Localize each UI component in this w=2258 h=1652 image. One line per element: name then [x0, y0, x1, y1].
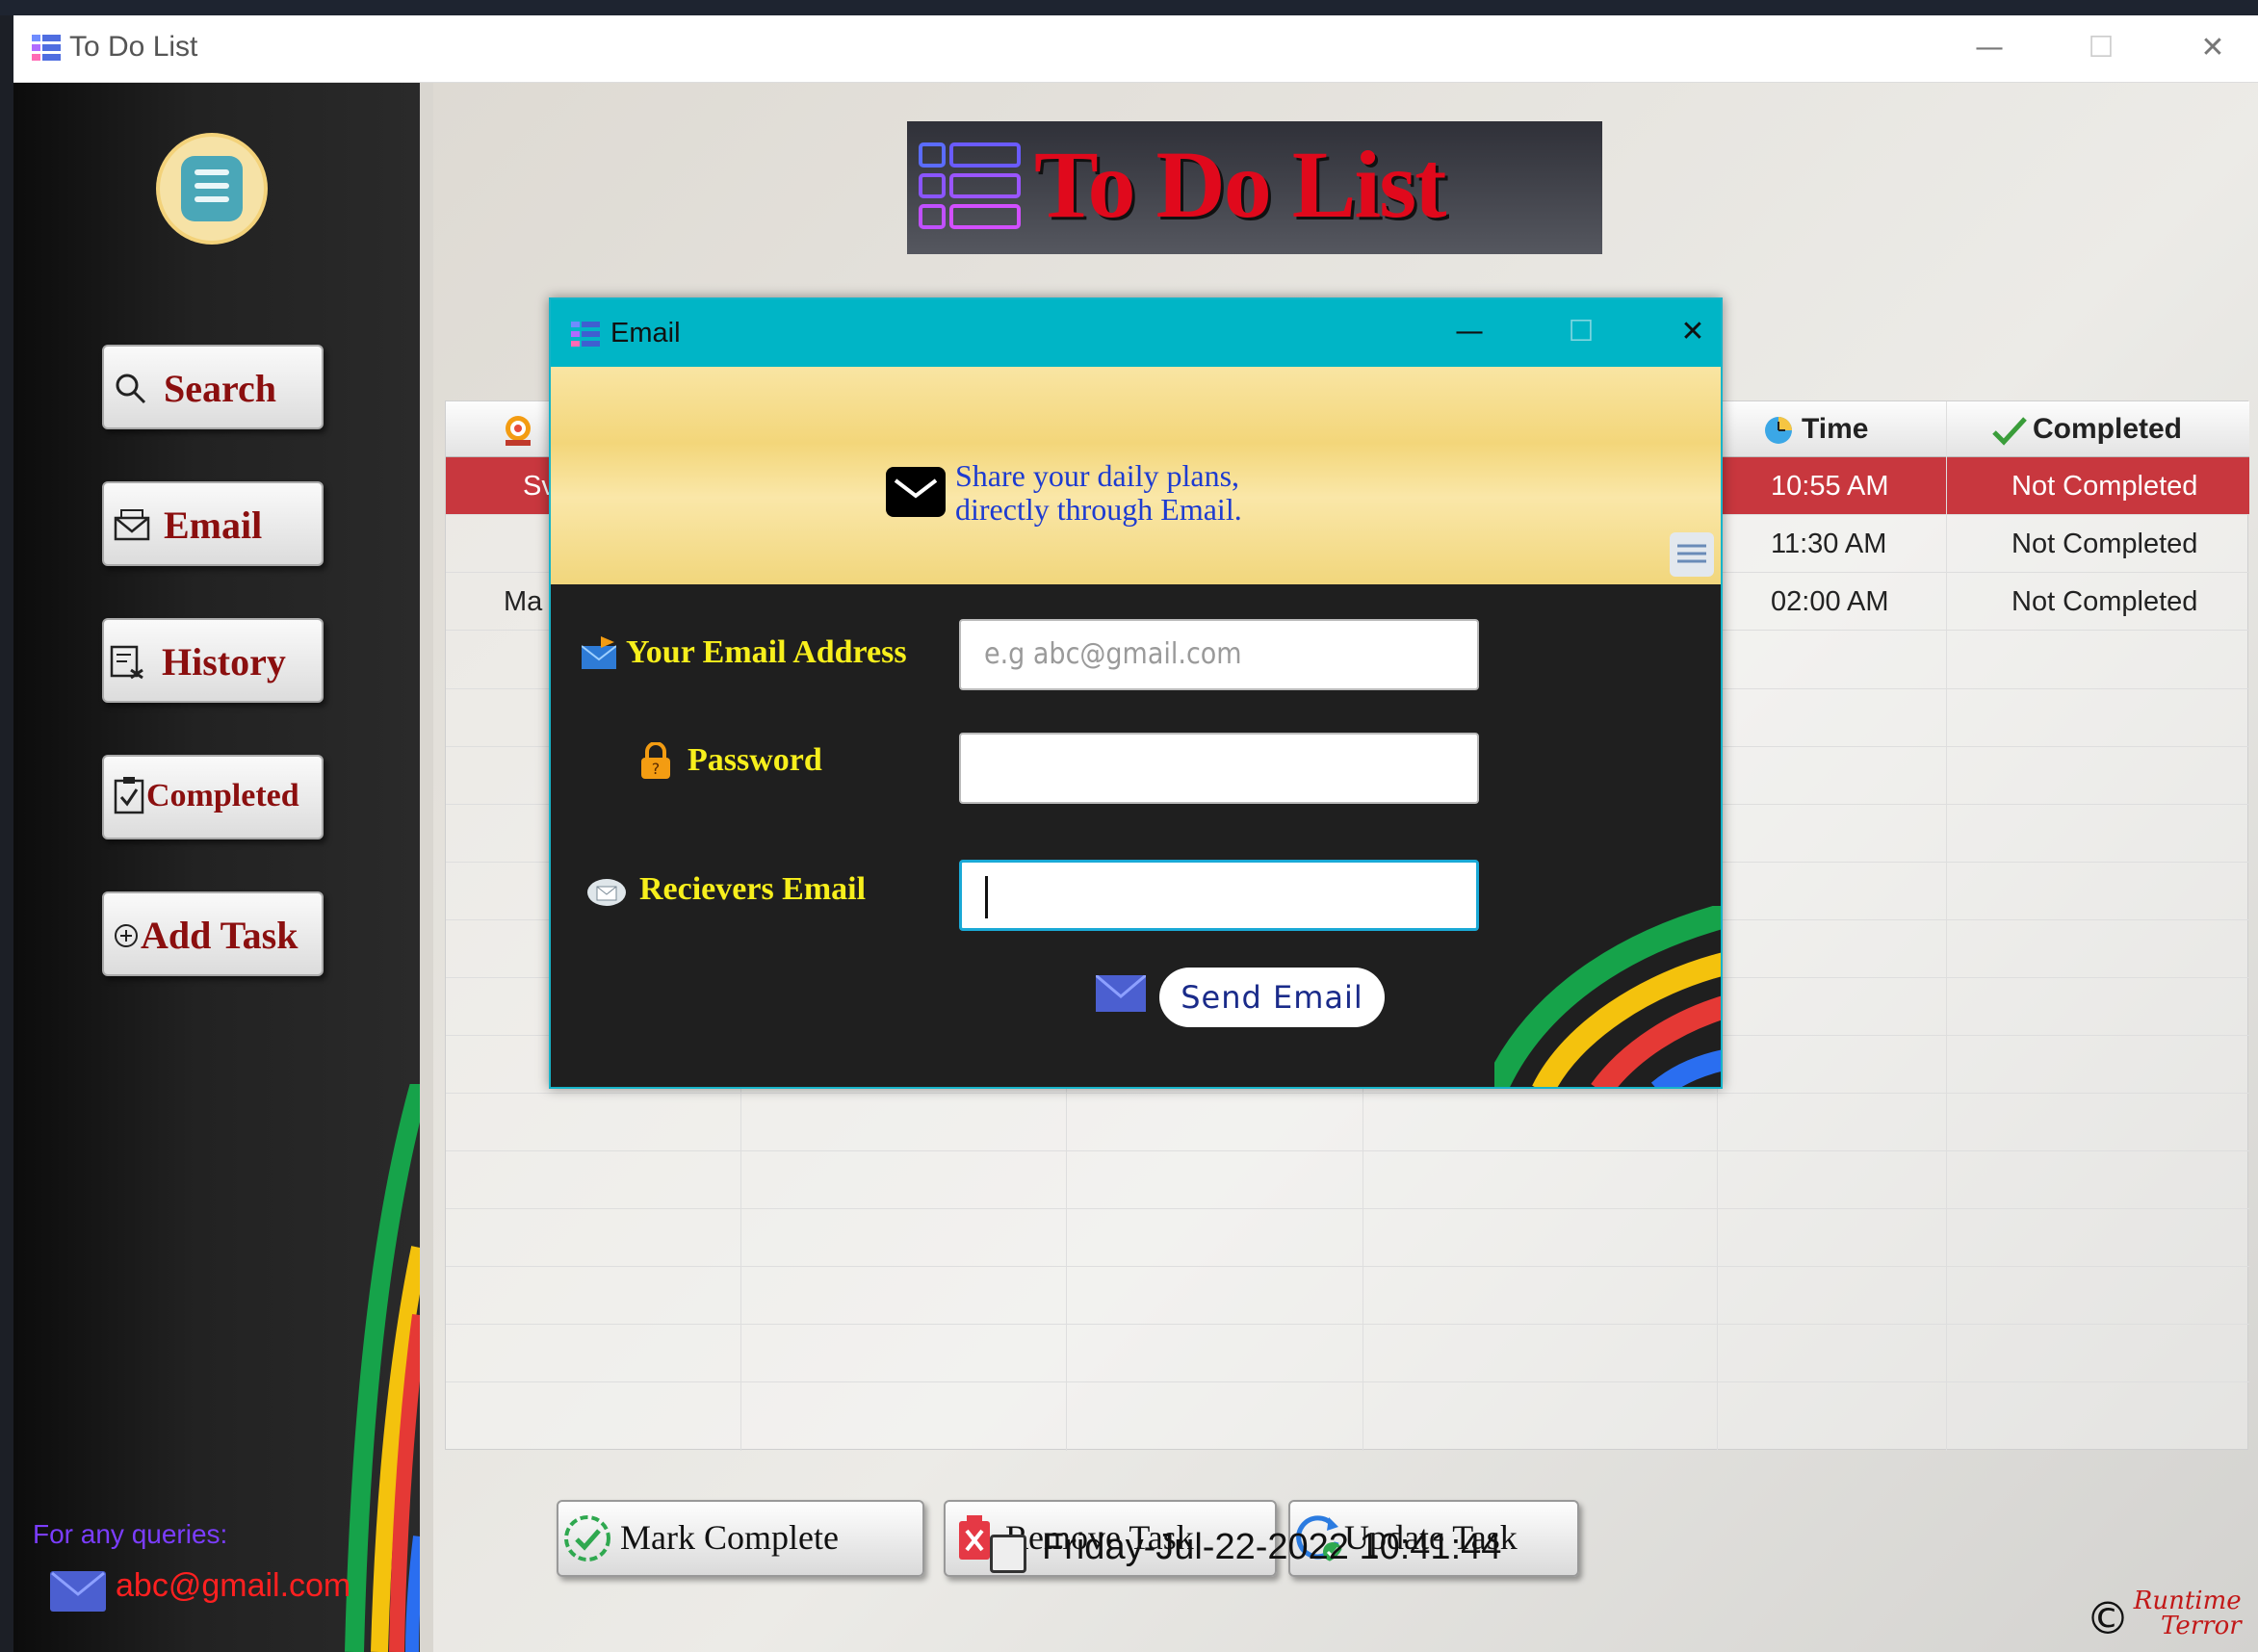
your-email-input[interactable]: e.g abc@gmail.com: [959, 619, 1479, 690]
window-title: To Do List: [69, 31, 198, 63]
email-tagline: Share your daily plans, directly through…: [955, 459, 1242, 527]
receivers-email-input[interactable]: [959, 860, 1479, 931]
grid-line: [446, 1266, 2249, 1267]
contact-email-link[interactable]: abc@gmail.com: [116, 1567, 350, 1605]
column-header-completed[interactable]: Completed: [2033, 401, 2182, 457]
list-corner-icon: [1670, 532, 1714, 577]
target-icon: [506, 416, 531, 446]
email-address-icon: [582, 636, 616, 669]
history-button[interactable]: History: [102, 618, 324, 703]
cloud-mail-icon: [587, 879, 626, 906]
app-banner: To Do List: [907, 121, 1602, 254]
history-icon: [110, 645, 148, 688]
your-email-placeholder: e.g abc@gmail.com: [984, 637, 1242, 671]
mark-complete-label: Mark Complete: [620, 1518, 839, 1557]
app-logo: [160, 137, 264, 241]
sidebar: Search Email History Completed Add Task …: [13, 83, 420, 1652]
queries-label: For any queries:: [33, 1519, 228, 1549]
task-time-cell: 02:00 AM: [1771, 586, 1889, 617]
tagline-line-1: Share your daily plans,: [955, 458, 1240, 493]
grid-line: [446, 1208, 2249, 1209]
password-label: Password: [688, 742, 822, 778]
search-icon: [114, 372, 148, 415]
text-caret: [985, 876, 988, 918]
task-time-cell: 10:55 AM: [1771, 471, 1889, 502]
search-button[interactable]: Search: [102, 345, 324, 429]
task-status-cell: Not Completed: [2011, 471, 2198, 502]
background-ide-strip: [0, 0, 2258, 15]
decorative-ribbons: [1494, 906, 1721, 1087]
contact-mail-icon: [50, 1571, 106, 1612]
email-button[interactable]: Email: [102, 481, 324, 566]
task-time-cell: 11:30 AM: [1771, 529, 1887, 559]
list-app-icon: [571, 322, 600, 347]
search-button-label: Search: [164, 367, 277, 410]
add-task-button-label: Add Task: [141, 914, 298, 957]
list-app-icon: [32, 35, 61, 61]
list-logo-icon: [181, 156, 243, 221]
email-dialog-titlebar[interactable]: Email — ☐ ✕: [551, 299, 1721, 367]
sidebar-divider: [420, 83, 433, 1652]
plus-circle-icon: [114, 920, 139, 957]
task-name-cell: Ma: [504, 586, 543, 617]
send-email-button[interactable]: Send Email: [1159, 968, 1385, 1027]
mark-complete-button[interactable]: Mark Complete: [557, 1500, 924, 1577]
maximize-button[interactable]: ☐: [2072, 29, 2130, 67]
tagline-line-2: directly through Email.: [955, 492, 1242, 527]
history-button-label: History: [162, 640, 286, 684]
grid-line: [446, 1093, 2249, 1094]
close-button[interactable]: ✕: [2184, 29, 2242, 67]
banner-title: To Do List: [1034, 131, 1446, 238]
calendar-clock-icon: [990, 1535, 1026, 1573]
svg-text:?: ?: [652, 760, 661, 778]
envelope-icon: [114, 508, 150, 550]
your-email-label: Your Email Address: [626, 634, 907, 670]
task-status-cell: Not Completed: [2011, 529, 2198, 559]
dialog-minimize-button[interactable]: —: [1440, 313, 1498, 351]
checklist-banner-icon: [919, 142, 1021, 229]
grid-line: [446, 1324, 2249, 1325]
send-mail-icon: [1096, 975, 1146, 1012]
clock-icon: [1765, 417, 1792, 444]
column-header-time[interactable]: Time: [1802, 401, 1868, 457]
background-ide-gutter: [0, 15, 13, 1652]
add-task-button[interactable]: Add Task: [102, 891, 324, 976]
checkmark-icon: [1992, 417, 2027, 446]
email-dialog-banner: Share your daily plans, directly through…: [551, 367, 1721, 584]
decorative-ribbons: [345, 1084, 420, 1652]
password-input[interactable]: [959, 733, 1479, 804]
check-circle-icon: [564, 1515, 610, 1562]
brand-line-1: Runtime: [2133, 1587, 2242, 1615]
minimize-button[interactable]: —: [1960, 29, 2018, 67]
brand-line-2: Terror: [2161, 1612, 2242, 1640]
datetime-display: Friday-Jul-22-2022 10:41:44: [1042, 1527, 1502, 1567]
window-titlebar[interactable]: To Do List — ☐ ✕: [13, 15, 2258, 83]
screen: To Do List — ☐ ✕ Search Email History Co…: [0, 0, 2258, 1652]
completed-button[interactable]: Completed: [102, 755, 324, 839]
clipboard-check-icon: [114, 776, 144, 823]
dialog-close-button[interactable]: ✕: [1664, 313, 1721, 351]
receivers-email-label: Recievers Email: [639, 871, 867, 907]
grid-line: [446, 1381, 2249, 1382]
dialog-maximize-button[interactable]: ☐: [1552, 313, 1610, 351]
envelope-icon: [886, 467, 946, 517]
delete-icon: [959, 1515, 990, 1560]
task-status-cell: Not Completed: [2011, 586, 2198, 617]
email-dialog: Email — ☐ ✕ Share your daily plans, dire…: [549, 297, 1723, 1089]
email-dialog-title: Email: [610, 318, 681, 348]
completed-button-label: Completed: [146, 778, 299, 813]
grid-line: [1946, 401, 1947, 1451]
brand-signature: Runtime Terror: [2113, 1588, 2242, 1639]
grid-line: [446, 1150, 2249, 1151]
email-button-label: Email: [164, 503, 263, 547]
lock-icon: ?: [641, 742, 670, 779]
